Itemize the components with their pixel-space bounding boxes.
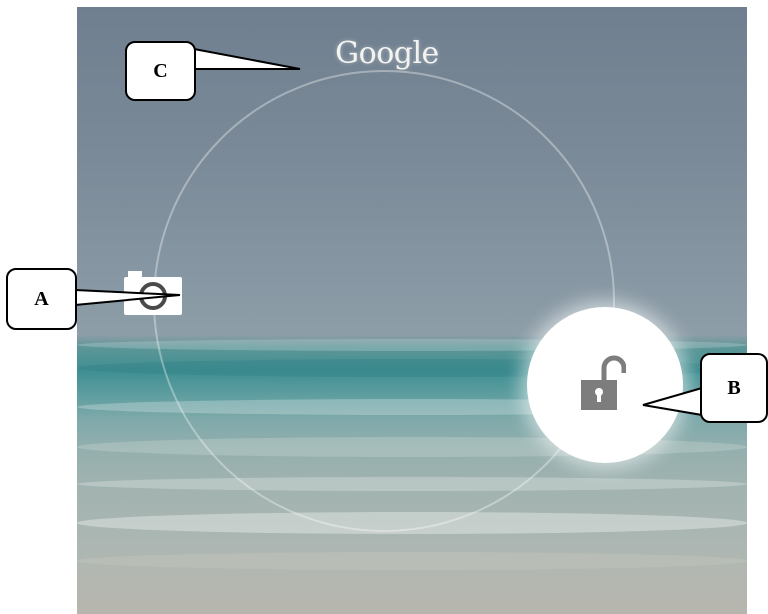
callout-b: B <box>700 353 768 423</box>
google-search-target[interactable]: Google <box>322 36 452 71</box>
callout-a: A <box>6 268 77 330</box>
annotated-lockscreen-figure: Google C A B <box>0 0 768 614</box>
wave-texture <box>77 552 747 570</box>
callout-c: C <box>125 41 196 101</box>
unlock-icon <box>581 355 626 410</box>
unlock-ring <box>153 70 615 532</box>
camera-icon[interactable] <box>122 267 184 317</box>
